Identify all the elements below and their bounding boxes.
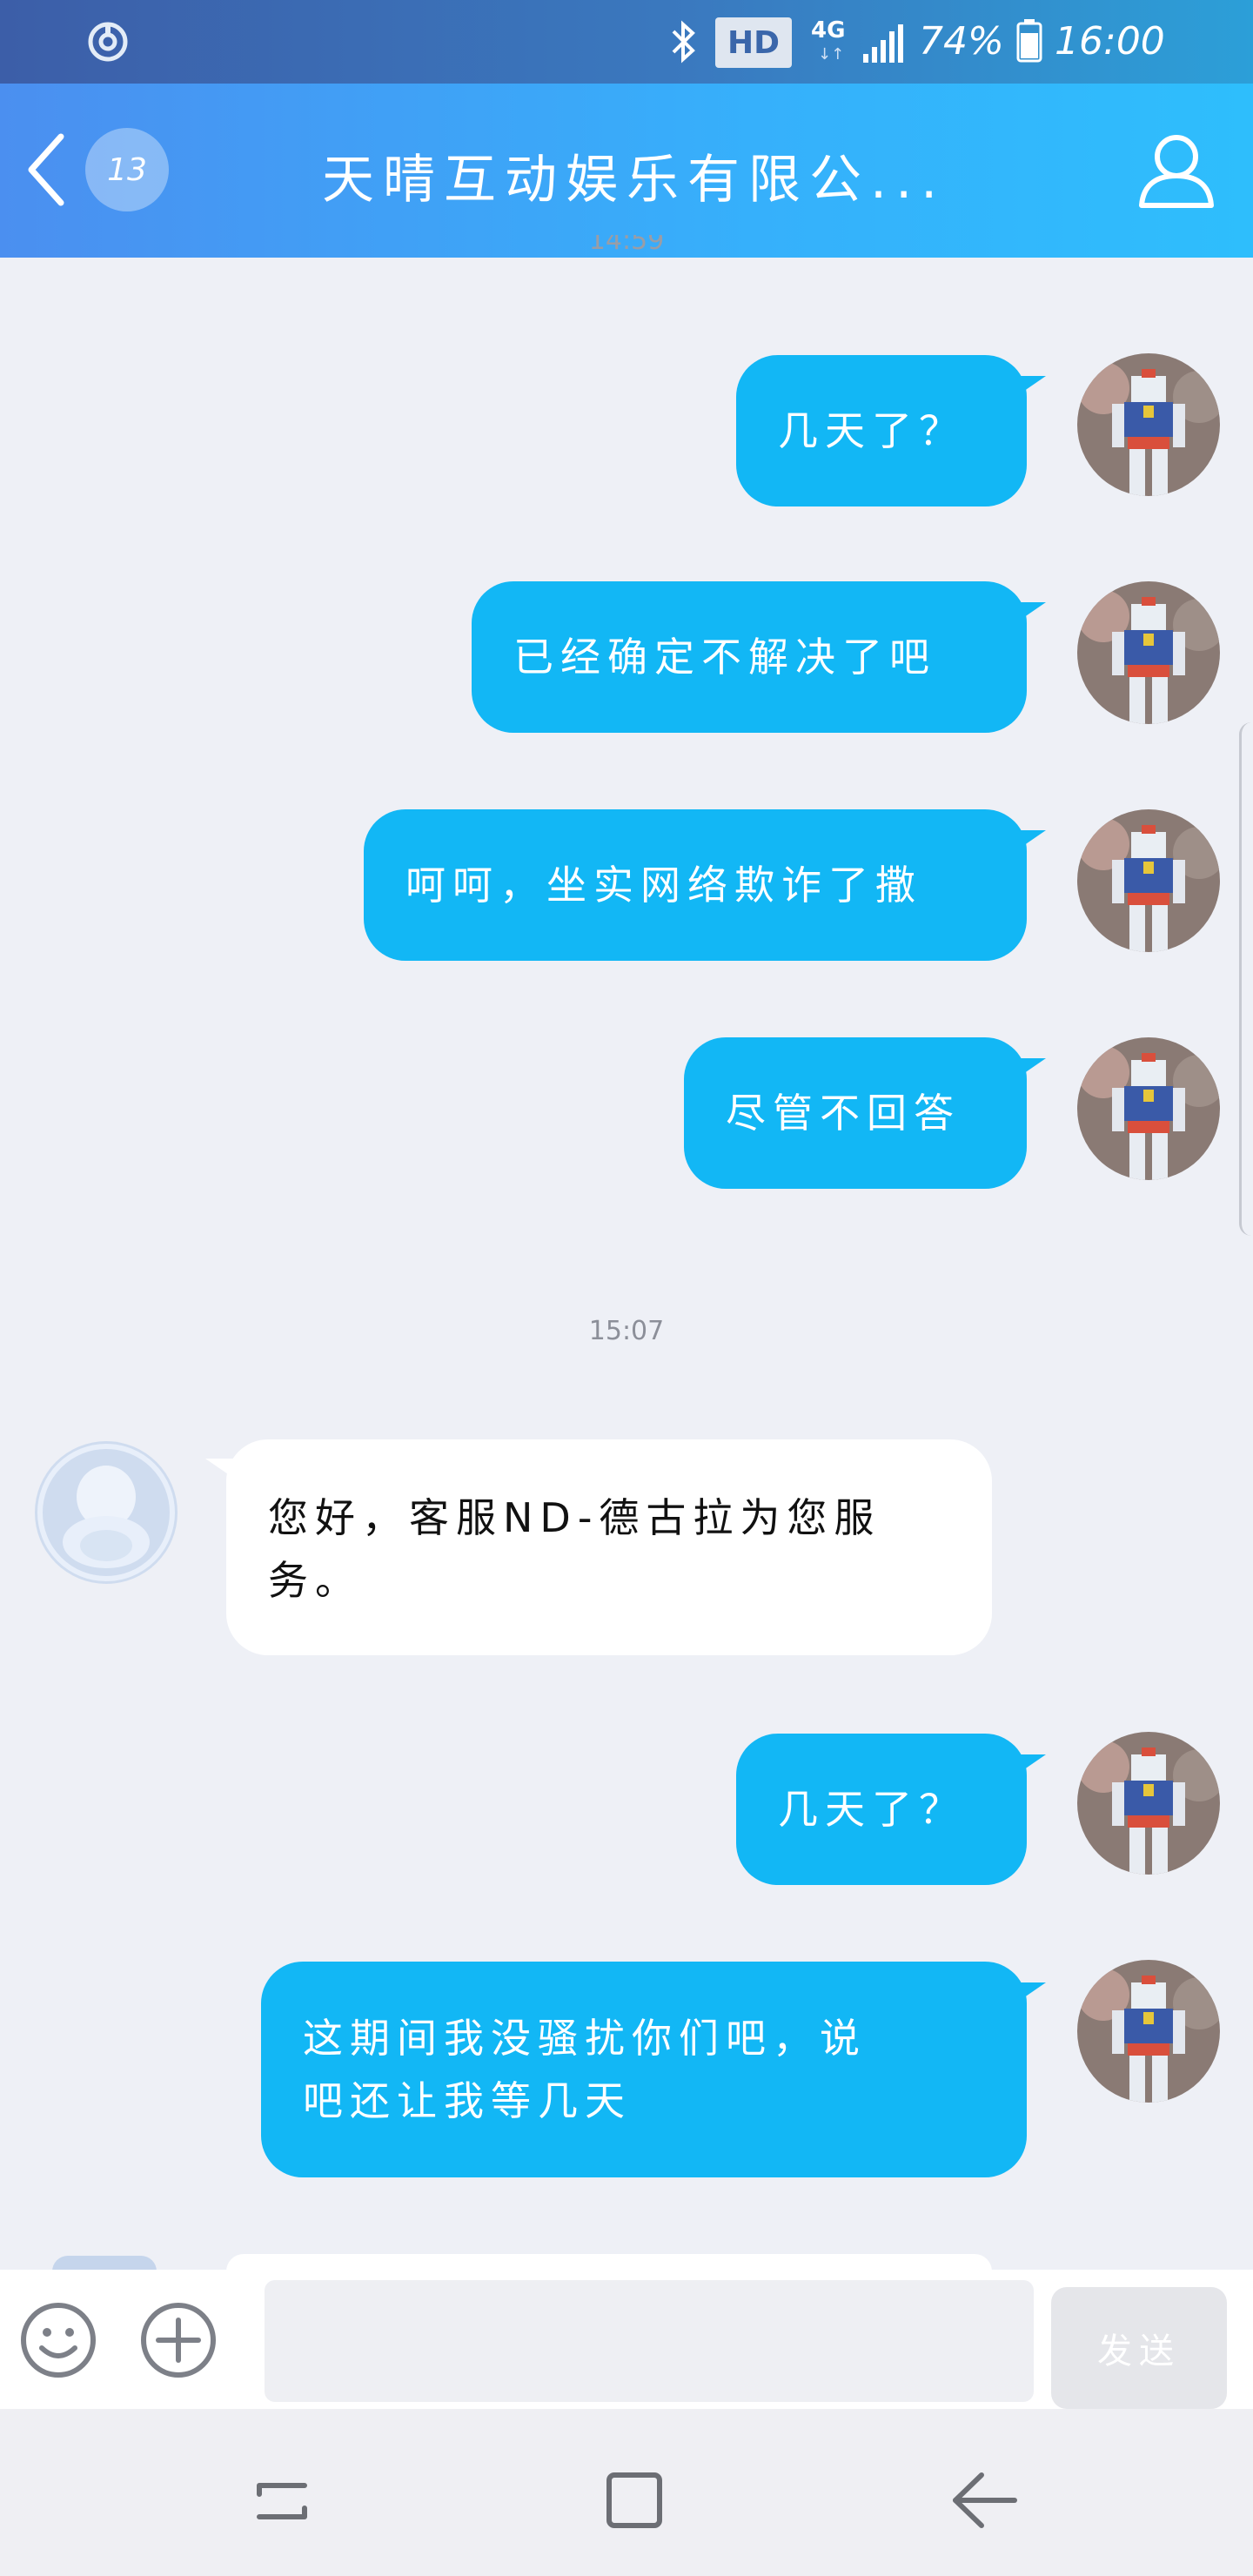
- message-text: 已经确定不解决了吧: [513, 634, 936, 681]
- input-bar: 发送: [0, 2270, 1253, 2409]
- user-avatar[interactable]: [1077, 353, 1220, 496]
- network-arrows: ↓↑: [818, 45, 845, 64]
- gundam-figure-image: [1077, 1732, 1220, 1875]
- message-text-line2: 务。: [268, 1557, 362, 1604]
- status-bar: HD 4G ↓↑ 74% 16:00: [0, 0, 1253, 84]
- timestamp-divider: 15:07: [588, 1316, 665, 1346]
- message-text-line1: 您好，客服ND-德古拉为您服: [268, 1494, 881, 1541]
- app-icon: [88, 22, 128, 62]
- contact-avatar[interactable]: [35, 1441, 178, 1584]
- nav-back-icon[interactable]: [945, 2461, 1023, 2539]
- unread-badge: 13: [85, 128, 169, 211]
- message-input[interactable]: [265, 2280, 1034, 2402]
- gundam-figure-image: [1077, 1037, 1220, 1180]
- message-bubble-outgoing[interactable]: 几天了？: [736, 355, 1046, 506]
- bluetooth-icon: [672, 20, 695, 64]
- message-bubble-outgoing[interactable]: 呵呵，坐实网络欺诈了撒: [364, 809, 1046, 961]
- chat-title: 天晴互动娱乐有限公...: [322, 150, 947, 211]
- back-icon: [28, 133, 64, 206]
- message-text-line2: 吧还让我等几天: [303, 2077, 632, 2124]
- gundam-figure-image: [1077, 809, 1220, 952]
- gundam-figure-image: [1077, 353, 1220, 496]
- battery-icon: [1016, 19, 1042, 63]
- user-avatar[interactable]: [1077, 1037, 1220, 1180]
- system-nav-bar: [0, 2409, 1253, 2576]
- message-bubble-outgoing[interactable]: 已经确定不解决了吧: [472, 581, 1046, 733]
- timestamp-partial: 14:59: [588, 235, 665, 256]
- message-bubble-outgoing[interactable]: 几天了？: [736, 1734, 1046, 1885]
- scrollbar[interactable]: [1239, 722, 1253, 1236]
- send-button[interactable]: 发送: [1051, 2287, 1227, 2409]
- gundam-figure-image: [1077, 1960, 1220, 2103]
- user-avatar[interactable]: [1077, 581, 1220, 724]
- profile-icon[interactable]: [1135, 127, 1218, 211]
- chat-header: 13 天晴互动娱乐有限公...: [0, 84, 1253, 258]
- back-button[interactable]: 13: [21, 122, 169, 218]
- message-bubble-partial: [226, 2254, 992, 2271]
- message-bubble-incoming[interactable]: 您好，客服ND-德古拉为您服 务。: [205, 1439, 992, 1655]
- user-avatar[interactable]: [1077, 1960, 1220, 2103]
- message-text: 尽管不回答: [726, 1090, 961, 1137]
- message-text: 几天了？: [778, 1786, 966, 1833]
- message-text: 呵呵，坐实网络欺诈了撒: [405, 862, 922, 909]
- user-avatar[interactable]: [1077, 809, 1220, 952]
- plus-icon[interactable]: [139, 2301, 218, 2379]
- home-icon[interactable]: [595, 2461, 673, 2539]
- penguin-avatar-icon: [35, 1441, 178, 1584]
- network-label: 4G: [811, 17, 846, 44]
- gundam-figure-image: [1077, 581, 1220, 724]
- emoji-icon[interactable]: [19, 2301, 97, 2379]
- message-text-line1: 这期间我没骚扰你们吧，说: [303, 2015, 867, 2062]
- message-text: 几天了？: [778, 407, 966, 454]
- user-avatar[interactable]: [1077, 1732, 1220, 1875]
- signal-icon: [863, 24, 903, 63]
- battery-percent: 74%: [919, 19, 1004, 64]
- recent-apps-icon[interactable]: [244, 2461, 322, 2539]
- hd-badge: HD: [715, 17, 792, 68]
- message-bubble-outgoing[interactable]: 这期间我没骚扰你们吧，说 吧还让我等几天: [261, 1962, 1046, 2177]
- message-bubble-outgoing[interactable]: 尽管不回答: [684, 1037, 1046, 1189]
- status-clock: 16:00: [1055, 19, 1165, 64]
